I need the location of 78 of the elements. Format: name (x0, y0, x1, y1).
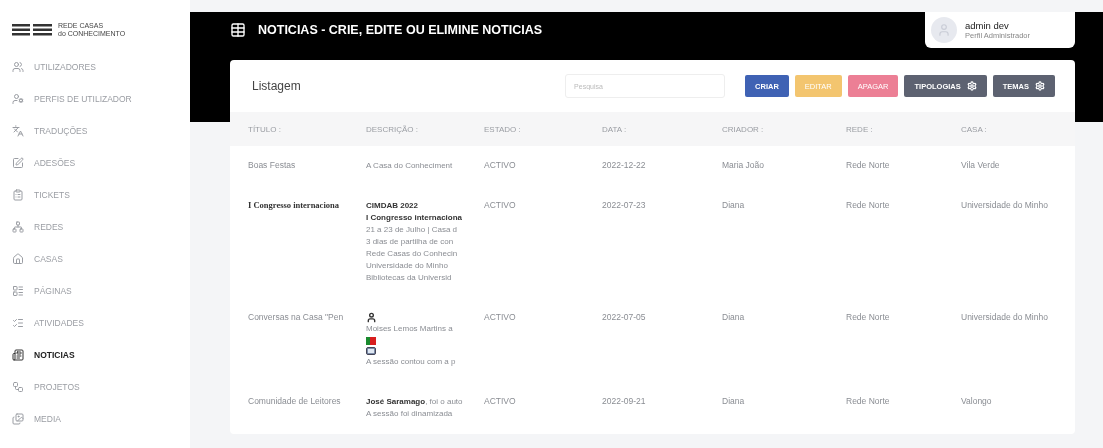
avatar (931, 17, 957, 43)
sidebar-item[interactable]: PERFIS DE UTILIZADOR (12, 90, 190, 108)
sidebar-item[interactable]: TICKETS (12, 186, 190, 204)
menu-item-icon (12, 317, 24, 329)
table-cell-text: Valongo (961, 396, 993, 406)
card-title: Listagem (252, 79, 302, 93)
sidebar-item[interactable]: CASAS (12, 250, 190, 268)
table-cell-text: Rede Norte (846, 160, 891, 170)
menu-item-icon (12, 349, 24, 361)
column-header[interactable]: CRIADOR : (722, 124, 846, 134)
description-line: Bibliotecas da Universid (366, 272, 452, 284)
description-line: CIMDAB 2022 (366, 200, 418, 212)
table-cell-text: 2022-07-05 (602, 312, 647, 322)
table-cell-text: ACTIVO (484, 200, 517, 210)
table-cell-text: Diana (722, 312, 746, 322)
description-line: I Congresso internaciona (366, 212, 463, 224)
page-title: NOTICIAS - CRIE, EDITE OU ELIMINE NOTICIAS (258, 23, 543, 37)
menu-item-icon (12, 157, 24, 169)
column-header[interactable]: DATA : (602, 124, 722, 134)
table-cell-text: 2022-12-22 (602, 160, 647, 170)
settings-icon (1035, 81, 1045, 91)
column-header[interactable]: DESCRIÇÃO : (366, 124, 484, 134)
sidebar-item[interactable]: ADESÕES (12, 154, 190, 172)
table-cell-text: ACTIVO (484, 312, 517, 322)
menu-item-icon (12, 381, 24, 393)
description-line: A sessão foi dinamizada (366, 408, 453, 420)
menu-item-icon (12, 61, 24, 73)
description-line: A Casa do Conheciment (366, 160, 453, 172)
flag-icon (366, 337, 376, 345)
menu-item-icon (12, 221, 24, 233)
column-header[interactable]: REDE : (846, 124, 961, 134)
column-header[interactable]: TÍTULO : (248, 124, 366, 134)
table-cell-text: I Congresso internaciona (248, 200, 340, 210)
table-cell-text: Diana (722, 200, 746, 210)
table-cell-text: 2022-09-21 (602, 396, 647, 406)
sidebar-item[interactable]: PROJETOS (12, 378, 190, 396)
menu-item-icon (12, 413, 24, 425)
description-line: 3 dias de partilha de con (366, 236, 454, 248)
sidebar-item[interactable]: NOTICIAS (12, 346, 190, 364)
description-line: A sessão contou com a p (366, 356, 456, 368)
table-cell-text: Boas Festas (248, 160, 297, 170)
table-cell-text: ACTIVO (484, 160, 517, 170)
menu-item-icon (12, 93, 24, 105)
table-cell-text: Maria João (722, 160, 766, 170)
monitor-icon (366, 347, 376, 356)
menu-item-icon (12, 253, 24, 265)
logo-icon (12, 24, 52, 36)
table-cell-text: 2022-07-23 (602, 200, 647, 210)
description-line: José Saramago, foi o auto (366, 396, 463, 408)
table-cell-text: Universidade do Minho (961, 200, 1049, 210)
sidebar-item[interactable]: UTILIZADORES (12, 58, 190, 76)
column-header[interactable]: CASA : (961, 124, 1075, 134)
settings-icon (966, 81, 977, 91)
description-line: Rede Casas do Conhecin (366, 248, 458, 260)
table-cell-text: Comunidade de Leitores (248, 396, 342, 406)
column-header[interactable]: ESTADO : (484, 124, 602, 134)
person-icon (366, 312, 377, 323)
table-cell-text: Rede Norte (846, 200, 891, 210)
table-cell-text: Rede Norte (846, 396, 891, 406)
menu-item-icon (12, 189, 24, 201)
table-cell-text: Conversas na Casa "Pen (248, 312, 345, 322)
table-cell-text: Diana (722, 396, 746, 406)
table-cell-text: Vila Verde (961, 160, 1001, 170)
table-icon (230, 22, 246, 38)
sidebar-item[interactable]: ATIVIDADES (12, 314, 190, 332)
table-cell-text: Universidade do Minho (961, 312, 1049, 322)
sidebar-item[interactable]: PÁGINAS (12, 282, 190, 300)
description-line: 21 a 23 de Julho | Casa d (366, 224, 458, 236)
table-cell-text: ACTIVO (484, 396, 517, 406)
menu-item-icon (12, 285, 24, 297)
user-name: admin dev (965, 20, 1010, 31)
sidebar-item[interactable]: TRADUÇÕES (12, 122, 190, 140)
description-line: Universidade do Minho (366, 260, 448, 272)
sidebar-item[interactable]: MEDIA (12, 410, 190, 428)
table-cell-text: Rede Norte (846, 312, 891, 322)
menu-item-icon (12, 125, 24, 137)
description-line: Moises Lemos Martins a (366, 323, 453, 335)
sidebar-item[interactable]: REDES (12, 218, 190, 236)
